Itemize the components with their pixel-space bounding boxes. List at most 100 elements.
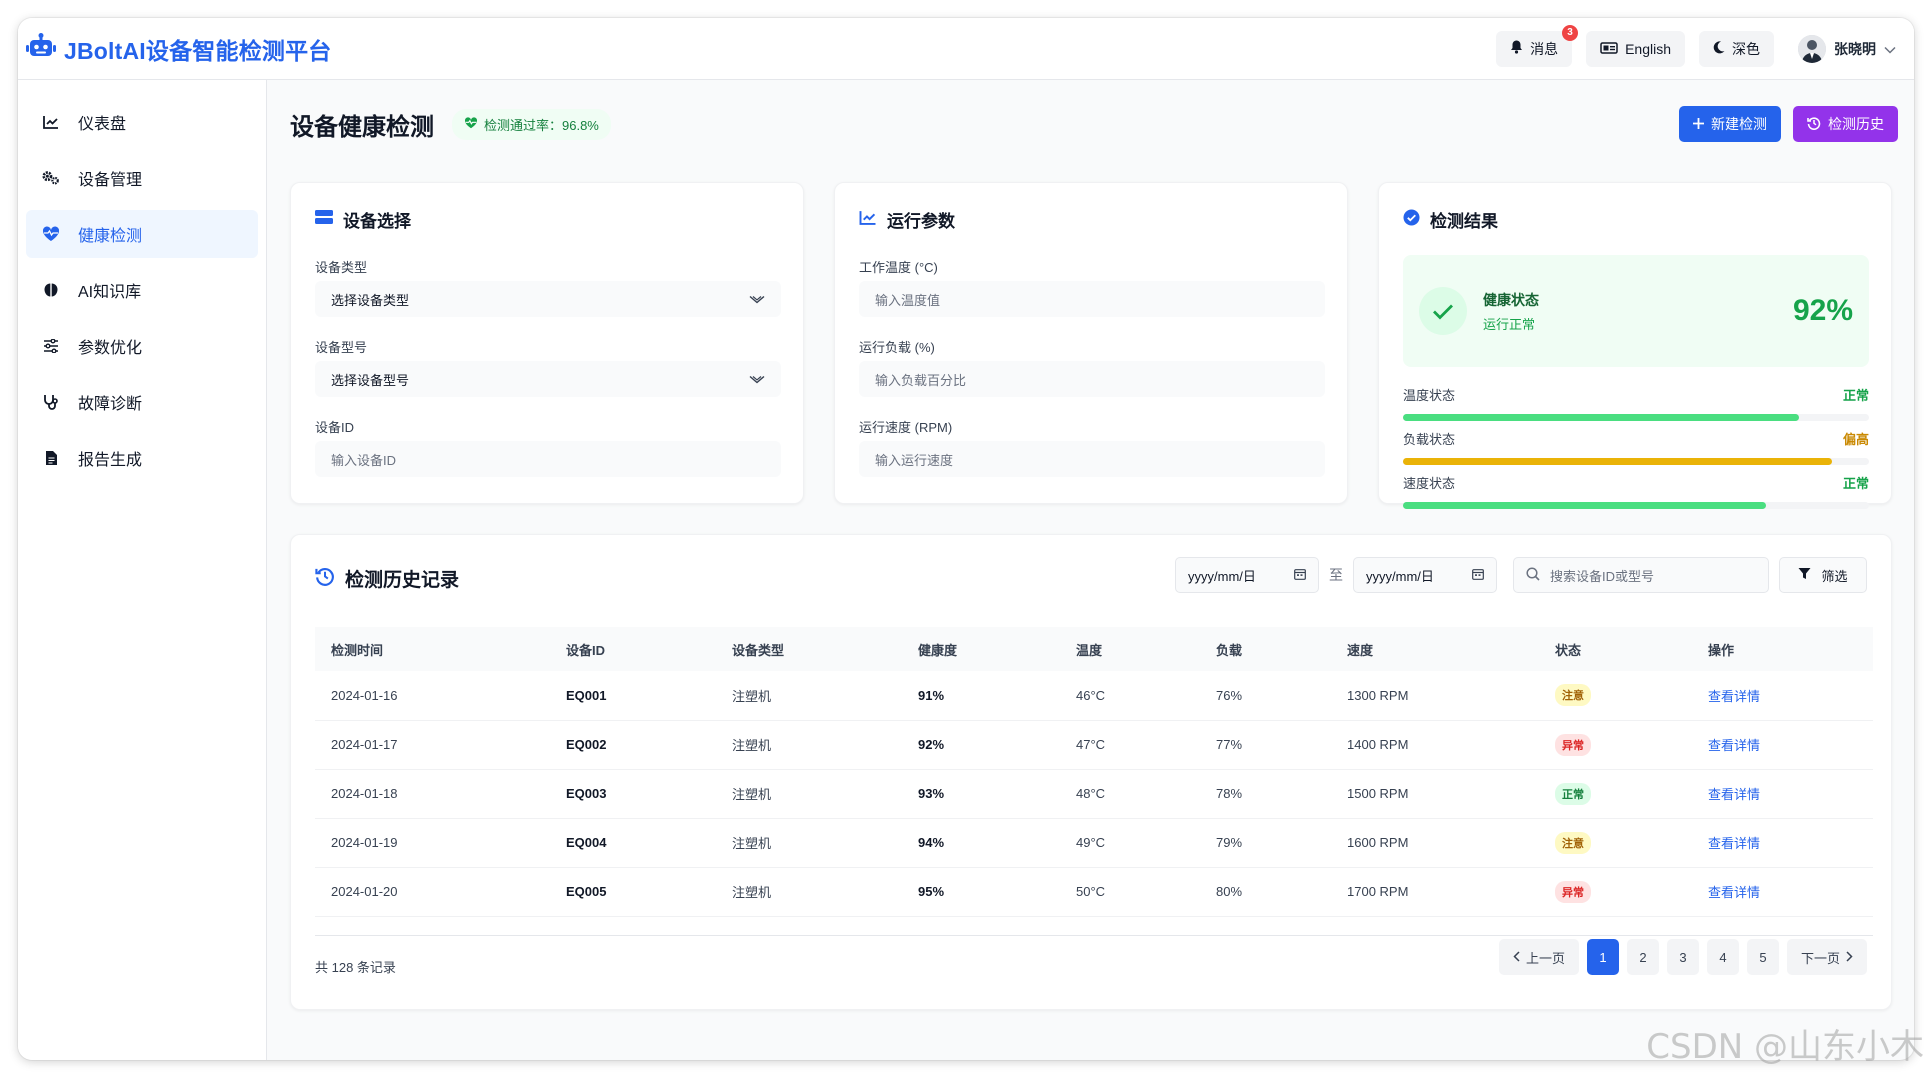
app-window: JBoltAI设备智能检测平台 消息 3 English 深色 张晓明 仪表盘 … [18,18,1914,1060]
cell-device-id: EQ001 [550,671,716,721]
check-history-label: 检测历史 [1828,116,1884,132]
heartbeat-icon [42,225,60,243]
load-input[interactable]: 输入负载百分比 [859,361,1325,397]
metric-speed: 速度状态 正常 [1403,473,1869,509]
cell-device-type: 注塑机 [716,818,902,868]
cell-health: 92% [902,720,1060,770]
robot-icon [26,33,56,64]
temp-input[interactable]: 输入温度值 [859,281,1325,317]
cell-device-id: EQ002 [550,720,716,770]
sidebar-item-label: 故障诊断 [78,396,143,413]
check-result-card: 检测结果 健康状态 运行正常 92% 温度状态 正常 负载状态 偏高 速度状态 … [1378,182,1892,509]
check-history-button[interactable]: 检测历史 [1793,106,1898,142]
next-page-button[interactable]: 下一页 [1786,939,1867,975]
theme-toggle-button[interactable]: 深色 [1699,30,1774,67]
view-details-link[interactable]: 查看详情 [1708,689,1760,704]
device-id-input[interactable]: 输入设备ID [315,441,781,477]
device-model-select[interactable]: 选择设备型号 [315,361,781,397]
cell-device-id: EQ004 [550,818,716,868]
column-header: 状态 [1539,627,1692,671]
cell-status: 注意 [1539,671,1692,721]
cell-speed: 1500 RPM [1331,769,1539,819]
device-type-select[interactable]: 选择设备类型 [315,281,781,317]
table-row: 2024-01-17 EQ002 注塑机 92% 47°C 77% 1400 R… [315,720,1873,770]
sidebar-item-devices[interactable]: 设备管理 [26,154,258,202]
page-button[interactable]: 5 [1746,939,1779,975]
cell-temp: 49°C [1060,818,1200,868]
gears-icon [42,169,60,187]
plus-icon [1693,116,1704,132]
prev-page-button[interactable]: 上一页 [1498,939,1579,975]
chevron-down-icon [749,292,765,307]
date-range-separator: 至 [1329,567,1343,583]
cell-action: 查看详情 [1692,867,1873,917]
run-params-card: 运行参数 工作温度 (°C) 输入温度值 运行负载 (%) 输入负载百分比 运行… [834,182,1348,504]
theme-label: 深色 [1732,40,1760,57]
start-date-input[interactable]: yyyy/mm/日 [1175,557,1319,593]
view-details-link[interactable]: 查看详情 [1708,885,1760,900]
next-page-label: 下一页 [1800,950,1840,966]
page-button[interactable]: 1 [1586,939,1619,975]
sliders-icon [42,337,60,355]
sidebar-item-health-check[interactable]: 健康检测 [26,210,258,258]
progress-fill [1403,502,1767,509]
filter-button[interactable]: 筛选 [1779,557,1867,593]
card-title: 检测历史记录 [345,570,460,591]
page-title: 设备健康检测 [290,113,434,141]
metric-temperature: 温度状态 正常 [1403,385,1869,421]
new-check-button[interactable]: 新建检测 [1679,106,1781,142]
brand[interactable]: JBoltAI设备智能检测平台 [26,32,332,66]
cell-health: 93% [902,769,1060,819]
status-badge: 注意 [1555,831,1591,854]
chart-line-icon [859,210,877,230]
cell-device-id: EQ003 [550,769,716,819]
file-icon [42,449,60,467]
server-icon [315,209,333,230]
device-id-label: 设备ID [315,420,355,435]
bell-icon [1510,40,1523,57]
user-menu[interactable]: 张晓明 [1798,34,1896,63]
status-badge: 正常 [1555,782,1591,805]
speed-input[interactable]: 输入运行速度 [859,441,1325,477]
cell-temp: 47°C [1060,720,1200,770]
cell-device-type: 注塑机 [716,671,902,721]
metric-label: 负载状态 [1403,432,1456,447]
sidebar-item-reports[interactable]: 报告生成 [26,434,258,482]
heartbeat-icon [464,116,478,132]
cell-date: 2024-01-20 [315,867,550,917]
progress-track [1403,414,1869,421]
sidebar-item-param-optimize[interactable]: 参数优化 [26,322,258,370]
sidebar-item-ai-knowledge[interactable]: AI知识库 [26,266,258,314]
filter-icon [1798,567,1811,583]
language-label: English [1625,40,1671,57]
cell-status: 异常 [1539,720,1692,770]
search-input[interactable]: 搜索设备ID或型号 [1513,557,1769,593]
cell-health: 95% [902,867,1060,917]
sidebar-item-dashboard[interactable]: 仪表盘 [26,98,258,146]
calendar-icon [1294,568,1306,583]
main-content: 设备健康检测 检测通过率：96.8% 新建检测 检测历史 设备选择 设备类型 选… [268,80,1914,1060]
cell-speed: 1600 RPM [1331,818,1539,868]
divider [315,935,1873,936]
view-details-link[interactable]: 查看详情 [1708,836,1760,851]
avatar [1798,34,1826,63]
page-button[interactable]: 3 [1666,939,1699,975]
end-date-input[interactable]: yyyy/mm/日 [1353,557,1497,593]
sidebar-item-fault-diagnosis[interactable]: 故障诊断 [26,378,258,426]
filter-label: 筛选 [1821,568,1848,584]
page-button[interactable]: 2 [1626,939,1659,975]
page-button[interactable]: 4 [1706,939,1739,975]
app-title: JBoltAI设备智能检测平台 [64,37,332,64]
card-title: 运行参数 [887,212,955,231]
cell-load: 79% [1200,818,1331,868]
language-button[interactable]: English [1586,30,1685,67]
cell-health: 91% [902,671,1060,721]
cell-load: 78% [1200,769,1331,819]
messages-button[interactable]: 消息 3 [1496,24,1579,67]
view-details-link[interactable]: 查看详情 [1708,787,1760,802]
view-details-link[interactable]: 查看详情 [1708,738,1760,753]
health-status-subtitle: 运行正常 [1483,316,1536,332]
cell-status: 正常 [1539,769,1692,819]
history-icon [315,566,335,591]
top-bar: JBoltAI设备智能检测平台 消息 3 English 深色 张晓明 [18,18,1914,80]
